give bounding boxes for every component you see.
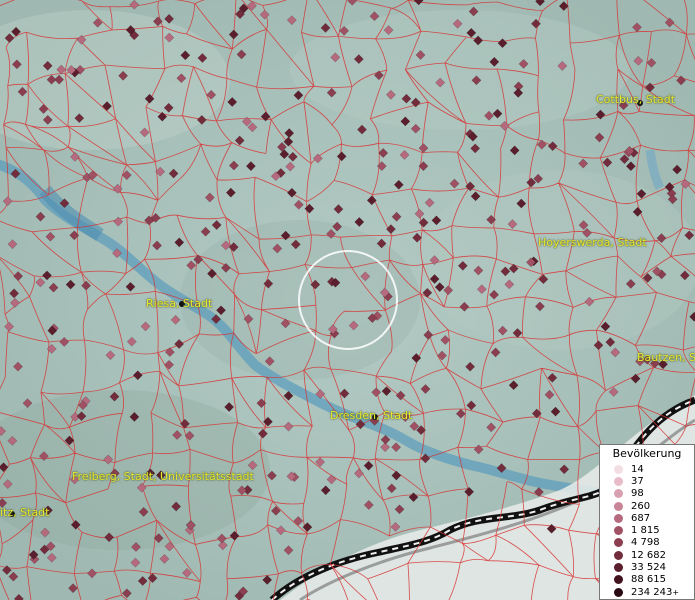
city-label-freiberg[interactable]: Freiberg, Stadt, Universitätsstadt	[72, 470, 254, 483]
city-label-bautzen[interactable]: Bautzen, Stadt	[637, 351, 695, 364]
legend-value: 1 815	[631, 525, 660, 537]
legend-item: 98	[600, 488, 694, 500]
city-label-dresden[interactable]: Dresden, Stadt	[330, 409, 412, 422]
legend-swatch	[614, 563, 623, 573]
city-label-cottbus[interactable]: Cottbus, Stadt	[596, 93, 675, 106]
legend-swatch	[614, 489, 623, 499]
legend-value: 687	[631, 512, 651, 524]
legend-value: 98	[631, 488, 644, 500]
legend-item: 260	[600, 500, 694, 512]
legend-item: 12 682	[600, 549, 694, 561]
legend-value: 12 682	[631, 549, 666, 561]
legend-value: 88 615	[631, 574, 666, 586]
legend-item: 1 815	[600, 524, 694, 536]
legend-value: 14	[631, 463, 644, 475]
legend-suffix: +	[672, 587, 680, 597]
legend-swatch	[614, 476, 623, 486]
legend-value: 37	[631, 475, 644, 487]
legend-swatch	[614, 513, 623, 523]
legend-swatch	[614, 464, 623, 474]
city-label-chemnitz[interactable]: itz, Stadt	[0, 506, 49, 519]
legend-value: 33 524	[631, 562, 666, 574]
legend-swatch	[614, 501, 623, 511]
legend-value: 234 243	[631, 586, 673, 598]
legend-item: 4 798	[600, 537, 694, 549]
legend-item: 88 615	[600, 574, 694, 586]
legend-swatch	[614, 550, 623, 560]
legend-item: 687	[600, 512, 694, 524]
population-legend: Bevölkerung 14 37 98 260 687 1 815 4 798 12 682…	[599, 444, 695, 600]
legend-value: 260	[631, 500, 651, 512]
map-view[interactable]: Cottbus, Stadt Hoyerswerda, Stadt Riesa,…	[0, 0, 695, 600]
legend-item: 234 243 +	[600, 586, 694, 598]
legend-swatch	[614, 575, 623, 585]
city-label-hoyerswerda[interactable]: Hoyerswerda, Stadt	[538, 236, 647, 249]
legend-swatch	[614, 587, 623, 597]
map-canvas[interactable]	[0, 0, 695, 600]
legend-value: 4 798	[631, 537, 660, 549]
legend-item: 37	[600, 475, 694, 487]
legend-swatch	[614, 538, 623, 548]
legend-swatch	[614, 526, 623, 536]
legend-item: 14	[600, 463, 694, 475]
legend-item: 33 524	[600, 561, 694, 573]
city-label-riesa[interactable]: Riesa, Stadt	[146, 297, 212, 310]
legend-title: Bevölkerung	[612, 447, 682, 460]
